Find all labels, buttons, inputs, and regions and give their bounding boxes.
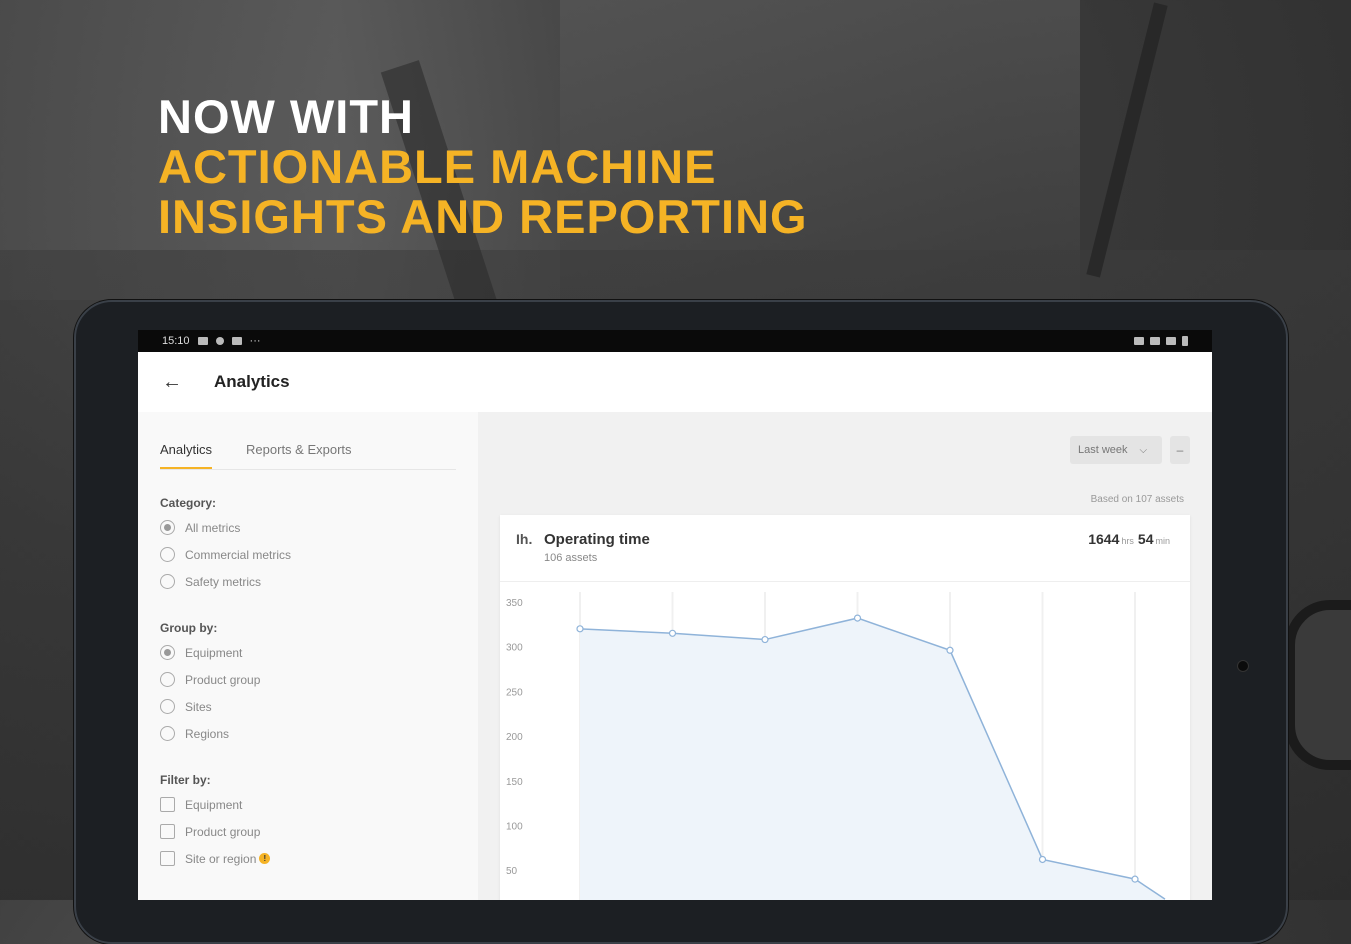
headline-line-1: NOW WITH: [158, 90, 414, 143]
group-option-sites[interactable]: Sites: [160, 693, 456, 720]
checkbox[interactable]: [160, 797, 175, 812]
y-tick-label: 50: [506, 866, 518, 877]
data-point[interactable]: [1131, 875, 1139, 883]
card-subtitle: 106 assets: [544, 552, 598, 564]
app-screen: 15:10 ··· ← Analytics Analytics Reports …: [138, 330, 1212, 900]
option-label: Site or region: [185, 851, 257, 866]
group-option-regions[interactable]: Regions: [160, 720, 456, 747]
tab-analytics[interactable]: Analytics: [160, 442, 213, 469]
radio[interactable]: [160, 547, 175, 562]
option-label: Commercial metrics: [185, 547, 292, 562]
more-button[interactable]: –: [1170, 436, 1190, 464]
background-pole: [1086, 2, 1168, 278]
option-label: Sites: [185, 699, 212, 714]
mute-icon: [1134, 337, 1144, 345]
filter-option-product-group[interactable]: Product group: [160, 818, 456, 845]
group-by-title: Group by:: [160, 621, 218, 635]
page-title: Analytics: [214, 372, 290, 391]
hours-unit: hrs: [1121, 536, 1134, 546]
data-point[interactable]: [576, 625, 584, 633]
app-notification-icon: [215, 337, 224, 345]
option-label: Safety metrics: [185, 574, 262, 589]
filter-option-site-or-region[interactable]: Site or region!: [160, 845, 456, 872]
y-tick-label: 300: [506, 643, 523, 654]
group-option-equipment[interactable]: Equipment: [160, 639, 456, 666]
option-label: Product group: [185, 672, 261, 687]
card-header: Ih. Operating time 106 assets 1644 hrs 54 m…: [500, 515, 1190, 582]
app-bar: ← Analytics: [138, 352, 1212, 412]
battery-icon: [1182, 336, 1188, 346]
headline-line-2: ACTIONABLE MACHINE: [158, 140, 717, 193]
more-notifications-icon: ···: [249, 335, 261, 347]
radio[interactable]: [160, 699, 175, 714]
filter-panel: Analytics Reports & Exports Category: Al…: [138, 412, 478, 900]
checkbox[interactable]: [160, 851, 175, 866]
wifi-icon: [1150, 337, 1160, 345]
card-title: Operating time: [544, 531, 650, 548]
operating-time-chart: 350 300 250 200 150 100 50: [506, 592, 1166, 900]
data-point[interactable]: [946, 646, 954, 654]
headline-line-3: INSIGHTS AND REPORTING: [158, 190, 808, 243]
based-on-label: Based on 107 assets: [1090, 494, 1184, 505]
signal-icon: [1166, 337, 1176, 345]
data-point[interactable]: [761, 635, 769, 644]
option-label: Equipment: [185, 797, 243, 812]
back-arrow-icon[interactable]: ←: [162, 371, 212, 394]
option-label: Equipment: [185, 645, 243, 660]
category-option-safety-metrics[interactable]: Safety metrics: [160, 568, 456, 595]
radio-selected[interactable]: [160, 520, 175, 535]
minutes-unit: min: [1155, 536, 1170, 546]
y-tick-label: 350: [506, 598, 523, 609]
headline: NOW WITH ACTIONABLE MACHINE INSIGHTS AND…: [158, 92, 808, 242]
total-minutes: 54: [1137, 531, 1154, 547]
series-area: [580, 618, 1165, 900]
radio[interactable]: [160, 672, 175, 687]
y-tick-label: 150: [506, 777, 523, 788]
option-label: Product group: [185, 824, 261, 839]
info-icon[interactable]: !: [259, 853, 271, 864]
y-tick-label: 250: [506, 687, 523, 698]
category-option-all-metrics[interactable]: All metrics: [160, 514, 456, 541]
total-operating-time: 1644 hrs 54 min: [1088, 531, 1174, 547]
period-value: Last week: [1078, 444, 1128, 456]
group-option-product-group[interactable]: Product group: [160, 666, 456, 693]
period-dropdown[interactable]: Last week ⌵: [1070, 436, 1162, 464]
filter-by-title: Filter by:: [160, 773, 211, 787]
radio[interactable]: [160, 726, 175, 741]
status-time: 15:10: [162, 335, 190, 347]
tab-reports-exports[interactable]: Reports & Exports: [246, 442, 352, 469]
tablet-camera: [1237, 660, 1249, 672]
y-tick-label: 200: [506, 732, 523, 743]
chart-panel: Last week ⌵ – Based on 107 assets Ih. Op…: [478, 412, 1212, 900]
filter-option-equipment[interactable]: Equipment: [160, 791, 456, 818]
main-content: Analytics Reports & Exports Category: Al…: [138, 412, 1212, 900]
operating-time-card: Ih. Operating time 106 assets 1644 hrs 54 m…: [500, 515, 1190, 900]
total-hours: 1644: [1088, 531, 1120, 547]
y-tick-label: 100: [506, 822, 523, 833]
bar-chart-icon: Ih.: [516, 531, 533, 547]
image-notification-icon: [197, 337, 208, 345]
data-point[interactable]: [1038, 855, 1047, 864]
radio-selected[interactable]: [160, 645, 175, 660]
status-bar: 15:10 ···: [138, 330, 1212, 352]
option-label: All metrics: [185, 520, 241, 535]
option-label: Regions: [185, 726, 230, 741]
background-wheel: [1285, 600, 1351, 770]
radio[interactable]: [160, 574, 175, 589]
category-title: Category:: [160, 496, 217, 510]
data-point[interactable]: [853, 614, 862, 622]
checkbox[interactable]: [160, 824, 175, 839]
video-notification-icon: [231, 337, 242, 345]
chevron-down-icon: ⌵: [1139, 444, 1148, 456]
category-option-commercial-metrics[interactable]: Commercial metrics: [160, 541, 456, 568]
data-point[interactable]: [668, 629, 677, 637]
tab-bar: Analytics Reports & Exports: [160, 442, 456, 470]
